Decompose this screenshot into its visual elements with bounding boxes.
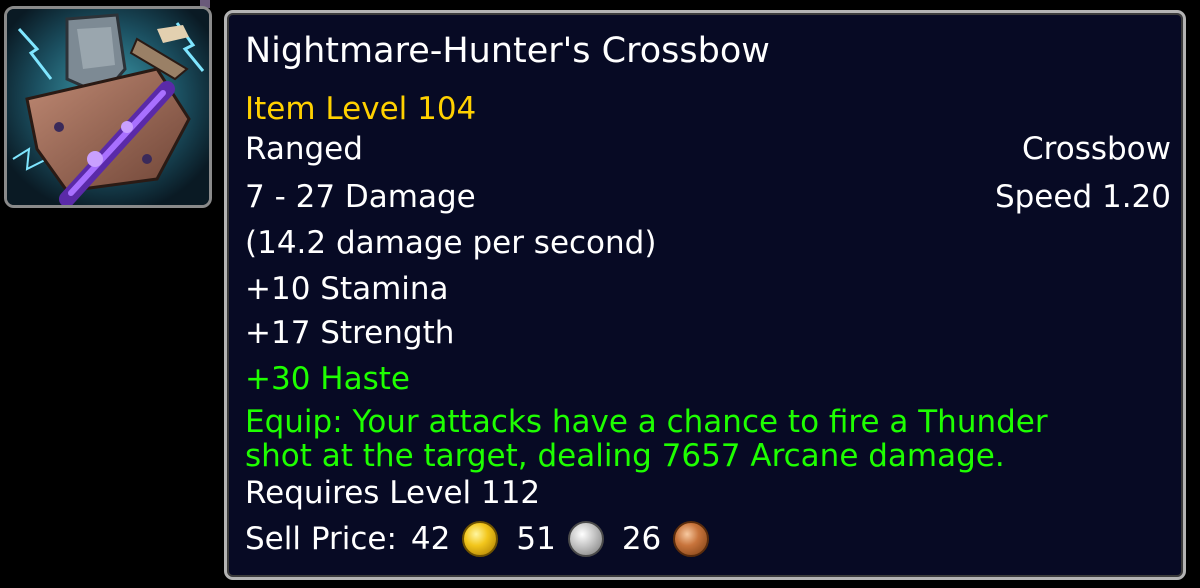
stat-haste: +30 Haste (245, 361, 410, 397)
gold-coin-icon (462, 521, 499, 557)
stat-strength: +17 Strength (245, 315, 455, 351)
item-damage: 7 - 27 Damage (245, 179, 476, 215)
item-level: Item Level 104 (245, 91, 477, 127)
required-level: Requires Level 112 (245, 475, 541, 511)
item-dps: (14.2 damage per second) (245, 225, 657, 261)
item-speed: Speed 1.20 (994, 179, 1171, 215)
crossbow-icon[interactable] (4, 6, 212, 208)
item-slot: Ranged (245, 131, 363, 167)
copper-amount: 26 (621, 521, 662, 557)
item-type: Crossbow (1022, 131, 1171, 167)
equip-line-2: shot at the target, dealing 7657 Arcane … (245, 438, 1005, 474)
copper-coin-icon (673, 521, 710, 557)
sell-price-label: Sell Price: (245, 521, 397, 557)
gold-amount: 42 (410, 521, 451, 557)
silver-amount: 51 (516, 521, 556, 557)
item-tooltip: Nightmare-Hunter's Crossbow Item Level 1… (224, 10, 1186, 580)
equip-line-1: Equip: Your attacks have a chance to fir… (245, 404, 1048, 440)
silver-coin-icon (567, 521, 604, 557)
equip-effect: Equip: Your attacks have a chance to fir… (245, 405, 1048, 473)
stat-stamina: +10 Stamina (245, 271, 449, 307)
sell-price: Sell Price: 42 51 26 (245, 521, 727, 557)
item-name: Nightmare-Hunter's Crossbow (245, 31, 770, 71)
